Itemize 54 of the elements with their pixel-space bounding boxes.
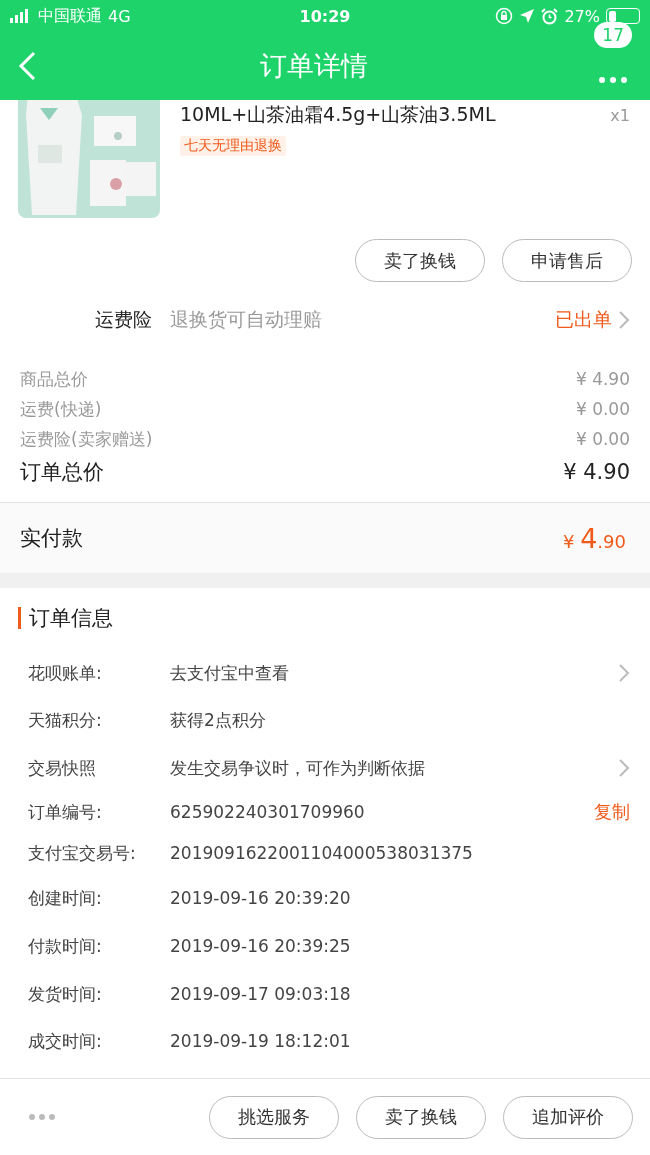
info-label: 发货时间:: [28, 982, 103, 1006]
price-value: ¥ 4.90: [563, 460, 630, 484]
info-value: 去支付宝中查看: [170, 661, 290, 685]
info-value: 获得2点积分: [170, 708, 267, 732]
network-type: 4G: [108, 6, 131, 26]
price-value: ¥ 0.00: [575, 429, 630, 449]
copy-link[interactable]: 复制: [594, 800, 630, 824]
price-value: ¥ 4.90: [575, 369, 630, 389]
section-title: 订单信息: [29, 605, 113, 632]
return-policy-tag: 七天无理由退换: [180, 136, 286, 156]
info-value: 2019091622001104000538031375: [170, 843, 474, 863]
price-label: 商品总价: [20, 367, 88, 391]
price-label: 订单总价: [20, 459, 104, 486]
back-icon[interactable]: [18, 51, 36, 81]
action-button[interactable]: 卖了换钱: [355, 239, 485, 282]
chevron-right-icon[interactable]: [618, 663, 630, 683]
chevron-right-icon: [618, 310, 630, 330]
clock-time: 10:29: [299, 6, 351, 26]
info-label: 花呗账单:: [28, 661, 103, 685]
insurance-label: 运费险: [95, 307, 152, 332]
rotation-lock-icon: [495, 7, 514, 25]
action-button[interactable]: 追加评价: [503, 1095, 633, 1139]
info-label: 订单编号:: [28, 800, 103, 824]
info-value: 发生交易争议时，可作为判断依据: [170, 756, 426, 780]
paid-label: 实付款: [20, 525, 83, 552]
location-arrow-icon: [519, 8, 536, 24]
carrier-name: 中国联通: [38, 5, 102, 27]
action-button[interactable]: 申请售后: [502, 239, 632, 282]
info-value: 625902240301709960: [170, 802, 366, 822]
info-label: 交易快照: [28, 756, 97, 780]
alarm-icon: [541, 7, 559, 25]
info-label: 成交时间:: [28, 1029, 103, 1053]
info-value: 2019-09-16 20:39:25: [170, 936, 352, 956]
info-label: 天猫积分:: [28, 708, 103, 732]
info-value: 2019-09-16 20:39:20: [170, 888, 352, 908]
quantity-label: x1: [610, 106, 630, 127]
paid-amount: ¥ 4.90: [563, 522, 626, 554]
info-value: 2019-09-17 09:03:18: [170, 984, 352, 1004]
info-label: 创建时间:: [28, 886, 103, 910]
price-value: ¥ 0.00: [575, 399, 630, 419]
more-icon[interactable]: [598, 76, 628, 84]
action-button[interactable]: 挑选服务: [209, 1095, 339, 1139]
product-title: 10ML+山茶油霜4.5g+山茶油3.5ML: [180, 102, 497, 127]
price-label: 运费(快递): [20, 397, 102, 421]
info-value: 2019-09-19 18:12:01: [170, 1031, 352, 1051]
more-dots-icon[interactable]: [28, 1113, 56, 1121]
price-label: 运费险(卖家赠送): [20, 427, 153, 451]
insurance-description: 退换货可自动理赔: [170, 307, 323, 332]
message-count-badge: 17: [594, 22, 632, 48]
page-title: 订单详情: [259, 49, 369, 83]
chevron-right-icon[interactable]: [618, 758, 630, 778]
info-label: 支付宝交易号:: [28, 841, 137, 865]
info-label: 付款时间:: [28, 934, 103, 958]
action-button[interactable]: 卖了换钱: [356, 1095, 486, 1139]
